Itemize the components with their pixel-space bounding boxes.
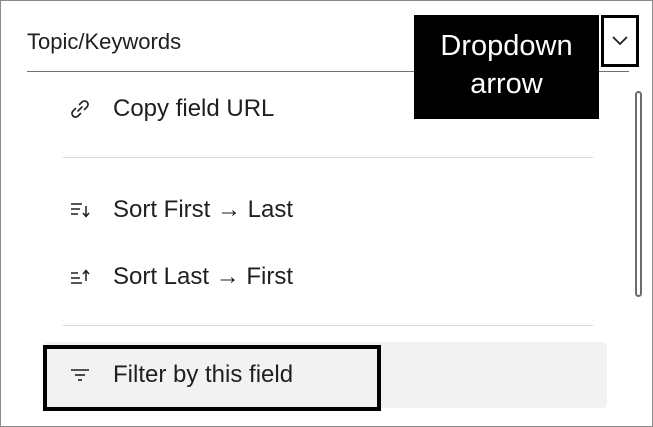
menu-item-label: Copy field URL bbox=[113, 95, 275, 122]
menu-item-label: Filter by this field bbox=[113, 361, 294, 388]
field-header-title: Topic/Keywords bbox=[27, 29, 182, 54]
menu-divider bbox=[63, 157, 593, 158]
menu-item-label: Sort Last → First bbox=[113, 263, 294, 290]
annotation-line-1: Dropdown bbox=[440, 30, 573, 62]
dropdown-arrow-button[interactable] bbox=[601, 15, 639, 67]
menu-divider bbox=[63, 325, 593, 326]
sort-descending-icon bbox=[47, 267, 113, 287]
filter-icon bbox=[47, 367, 113, 383]
vertical-scrollbar[interactable] bbox=[635, 91, 642, 297]
sort-ascending-icon bbox=[47, 200, 113, 220]
menu-item-label: Sort First → Last bbox=[113, 196, 294, 223]
chevron-down-icon bbox=[612, 36, 628, 46]
menu-item-copy-field-url[interactable]: Copy field URL bbox=[45, 80, 607, 138]
menu-item-sort-last-first[interactable]: Sort Last → First bbox=[45, 248, 607, 306]
link-icon bbox=[47, 98, 113, 120]
field-dropdown-panel: Topic/Keywords Dropdown arrow Copy field… bbox=[0, 0, 653, 427]
menu-item-filter-by-field[interactable]: Filter by this field bbox=[45, 342, 607, 408]
menu-item-sort-first-last[interactable]: Sort First → Last bbox=[45, 181, 607, 239]
